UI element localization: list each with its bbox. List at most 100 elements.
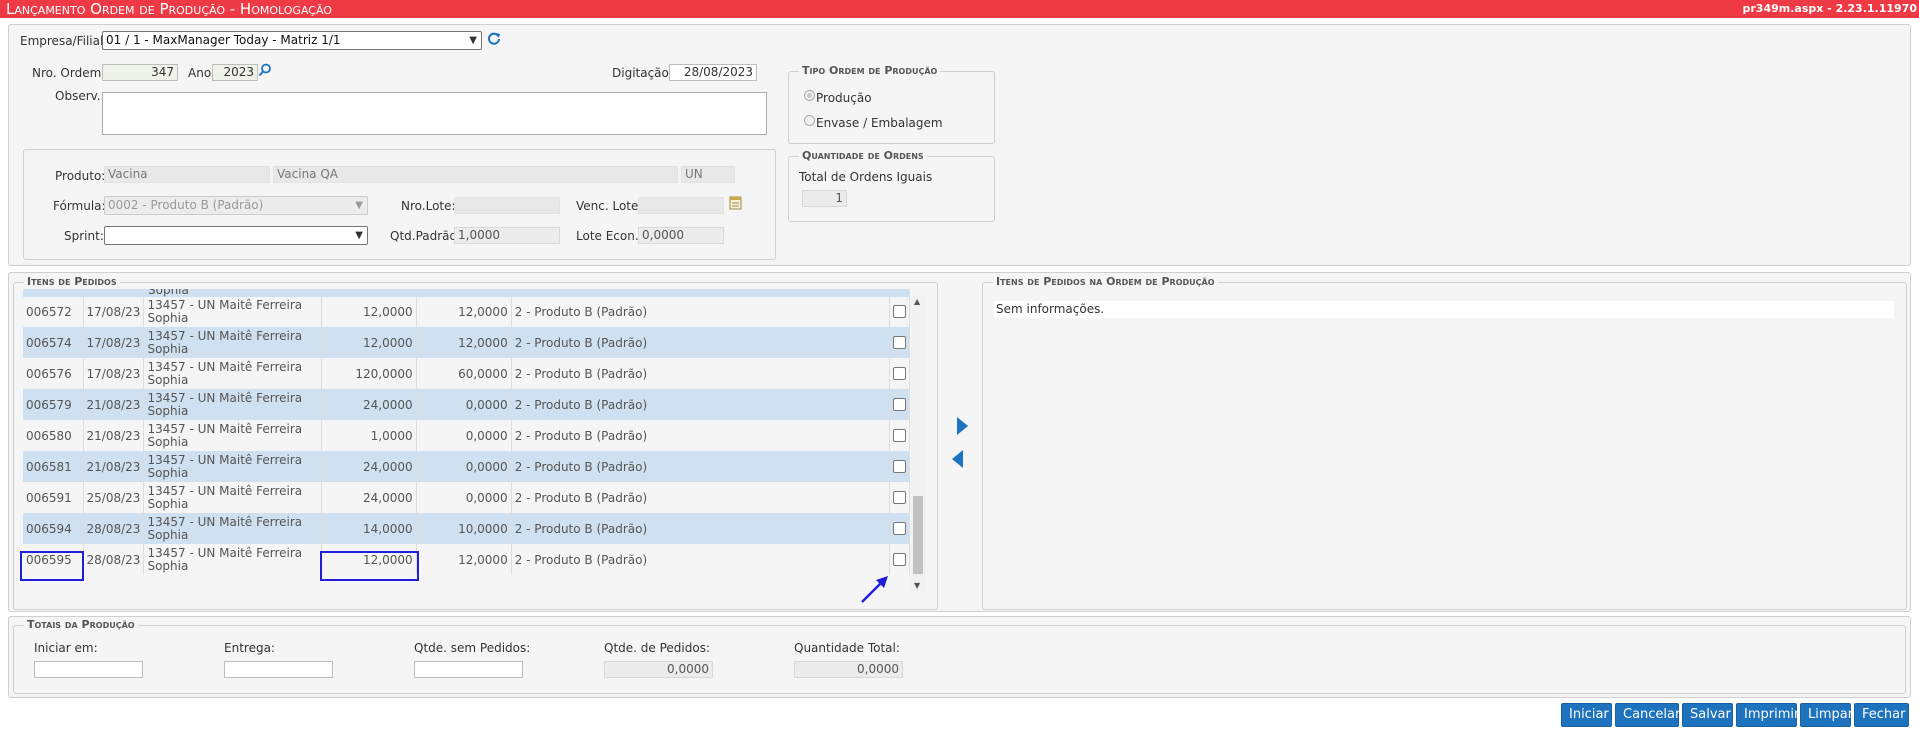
scrollbar-thumb[interactable] xyxy=(913,496,923,574)
row-checkbox[interactable] xyxy=(892,367,906,380)
venc-lote-field[interactable] xyxy=(638,197,724,214)
pedido-cell: 006581 xyxy=(23,451,84,482)
table-row[interactable]: 006572 17/08/23 13457 - UN Maitê Ferreira … xyxy=(23,296,911,327)
table-row[interactable]: 006595 28/08/23 13457 - UN Maitê Ferreira … xyxy=(23,544,911,575)
scroll-down-icon[interactable]: ▼ xyxy=(914,581,920,590)
table-row[interactable]: 006579 21/08/23 13457 - UN Maitê Ferreira … xyxy=(23,389,911,420)
select-cell xyxy=(889,420,911,451)
lote-econ-field[interactable]: 0,0000 xyxy=(638,227,724,244)
arrow-annotation-icon xyxy=(858,572,892,609)
search-icon[interactable] xyxy=(258,63,272,77)
iniciar-em-field[interactable] xyxy=(34,661,143,678)
entrega-field[interactable] xyxy=(224,661,333,678)
nro-lote-field[interactable] xyxy=(454,197,560,214)
date-cell: 21/08/23 xyxy=(83,451,145,482)
pedido-cell: 006574 xyxy=(23,327,84,358)
formula-cell: 2 - Produto B (Padrão) xyxy=(511,358,890,389)
cancelar-button[interactable]: Cancelar xyxy=(1615,703,1680,727)
cliente-cell: 13457 - UN Maitê Ferreira Sophia xyxy=(143,296,322,327)
imprimir-button[interactable]: Imprimir xyxy=(1736,703,1799,727)
produto-desc-field[interactable]: Vacina QA xyxy=(273,166,678,183)
tipo-ordem-fieldset: Tipo Ordem de Produção xyxy=(788,64,995,144)
formula-select[interactable]: 0002 - Produto B (Padrão) ▼ xyxy=(104,196,368,215)
qtde-sem-pedidos-field[interactable] xyxy=(414,661,523,678)
select-cell xyxy=(889,482,911,513)
limpar-button[interactable]: Limpar xyxy=(1800,703,1853,727)
date-cell: 21/08/23 xyxy=(83,389,145,420)
radio-envase[interactable] xyxy=(804,115,815,126)
iniciar-button[interactable]: Iniciar xyxy=(1561,703,1612,727)
digitacao-field[interactable]: 28/08/2023 xyxy=(669,64,757,81)
saldo-cell: 12,0000 xyxy=(416,296,512,327)
chevron-down-icon: ▼ xyxy=(355,230,363,241)
row-checkbox[interactable] xyxy=(892,336,906,349)
total-ordens-label: Total de Ordens Iguais xyxy=(799,170,933,184)
iniciar-em-label: Iniciar em: xyxy=(34,641,98,655)
cliente-cell: 13457 - UN Maitê Ferreira Sophia xyxy=(143,482,322,513)
row-checkbox[interactable] xyxy=(892,429,906,442)
produto-unit-field[interactable]: UN xyxy=(681,166,735,183)
table-row[interactable]: 006581 21/08/23 13457 - UN Maitê Ferreira … xyxy=(23,451,911,482)
scroll-up-icon[interactable]: ▲ xyxy=(914,297,920,306)
qtde-pedidos-field[interactable]: 0,0000 xyxy=(604,661,713,678)
refresh-icon[interactable] xyxy=(487,31,501,45)
move-right-icon[interactable] xyxy=(954,415,970,440)
table-row[interactable]: 006594 28/08/23 13457 - UN Maitê Ferreira … xyxy=(23,513,911,544)
qtd-padrao-label: Qtd.Padrão: xyxy=(390,229,461,243)
totais-legend: Totais da Produção xyxy=(24,618,138,631)
calendar-icon[interactable] xyxy=(729,195,742,210)
observ-textarea[interactable] xyxy=(102,92,767,135)
cliente-cell: 13457 - UN Maitê Ferreira Sophia xyxy=(143,513,322,544)
row-checkbox[interactable] xyxy=(892,522,906,535)
qtd-padrao-field[interactable]: 1,0000 xyxy=(454,227,560,244)
tipo-ordem-legend: Tipo Ordem de Produção xyxy=(799,64,941,77)
nro-ordem-field[interactable]: 347 xyxy=(102,64,178,81)
date-cell: 17/08/23 xyxy=(83,327,145,358)
quantidade-total-field[interactable]: 0,0000 xyxy=(794,661,903,678)
formula-select-value: 0002 - Produto B (Padrão) xyxy=(108,198,264,212)
select-cell xyxy=(889,544,911,575)
produto-code-field[interactable]: Vacina xyxy=(104,166,270,183)
page-title: Lançamento Ordem de Produção - Homologaç… xyxy=(6,0,332,18)
itens-ordem-legend: Itens de Pedidos na Ordem de Produção xyxy=(993,275,1218,288)
formula-cell: 2 - Produto B (Padrão) xyxy=(511,420,890,451)
date-cell: 28/08/23 xyxy=(83,544,145,575)
formula-cell: 2 - Produto B (Padrão) xyxy=(511,513,890,544)
sprint-select[interactable]: ▼ xyxy=(104,226,368,245)
pedido-cell: 006576 xyxy=(23,358,84,389)
table-row[interactable]: 006574 17/08/23 13457 - UN Maitê Ferreira … xyxy=(23,327,911,358)
lote-econ-label: Lote Econ.: xyxy=(576,229,643,243)
empty-state-text: Sem informações. xyxy=(996,302,1105,316)
fechar-button[interactable]: Fechar xyxy=(1854,703,1909,727)
producao-label: Produção xyxy=(816,91,872,105)
empresa-select-value: 01 / 1 - MaxManager Today - Matriz 1/1 xyxy=(106,33,341,47)
formula-cell: 2 - Produto B (Padrão) xyxy=(511,296,890,327)
select-cell xyxy=(889,513,911,544)
saldo-cell: 0,0000 xyxy=(416,451,512,482)
formula-cell: 2 - Produto B (Padrão) xyxy=(511,544,890,575)
row-checkbox[interactable] xyxy=(892,553,906,566)
move-left-icon[interactable] xyxy=(950,448,966,473)
row-checkbox[interactable] xyxy=(892,460,906,473)
row-checkbox[interactable] xyxy=(892,398,906,411)
row-checkbox[interactable] xyxy=(892,491,906,504)
scrollbar[interactable]: ▲ ▼ xyxy=(911,296,925,591)
select-cell xyxy=(889,327,911,358)
quantidade-ordens-fieldset: Quantidade de Ordens xyxy=(788,149,995,222)
table-row[interactable]: 006580 21/08/23 13457 - UN Maitê Ferreira … xyxy=(23,420,911,451)
empresa-select[interactable]: 01 / 1 - MaxManager Today - Matriz 1/1 ▼ xyxy=(102,31,482,50)
table-row[interactable]: 006591 25/08/23 13457 - UN Maitê Ferreira … xyxy=(23,482,911,513)
qtd-cell: 1,0000 xyxy=(321,420,417,451)
ano-field[interactable]: 2023 xyxy=(212,64,258,81)
total-ordens-field[interactable]: 1 xyxy=(802,190,847,207)
saldo-cell: 60,0000 xyxy=(416,358,512,389)
salvar-button[interactable]: Salvar xyxy=(1682,703,1733,727)
radio-producao[interactable] xyxy=(804,90,815,101)
saldo-cell: 0,0000 xyxy=(416,389,512,420)
pedido-cell: 006572 xyxy=(23,296,84,327)
saldo-cell: 12,0000 xyxy=(416,544,512,575)
select-cell xyxy=(889,358,911,389)
table-row[interactable]: 006576 17/08/23 13457 - UN Maitê Ferreira … xyxy=(23,358,911,389)
qtd-cell: 12,0000 xyxy=(321,544,417,575)
row-checkbox[interactable] xyxy=(892,305,906,318)
